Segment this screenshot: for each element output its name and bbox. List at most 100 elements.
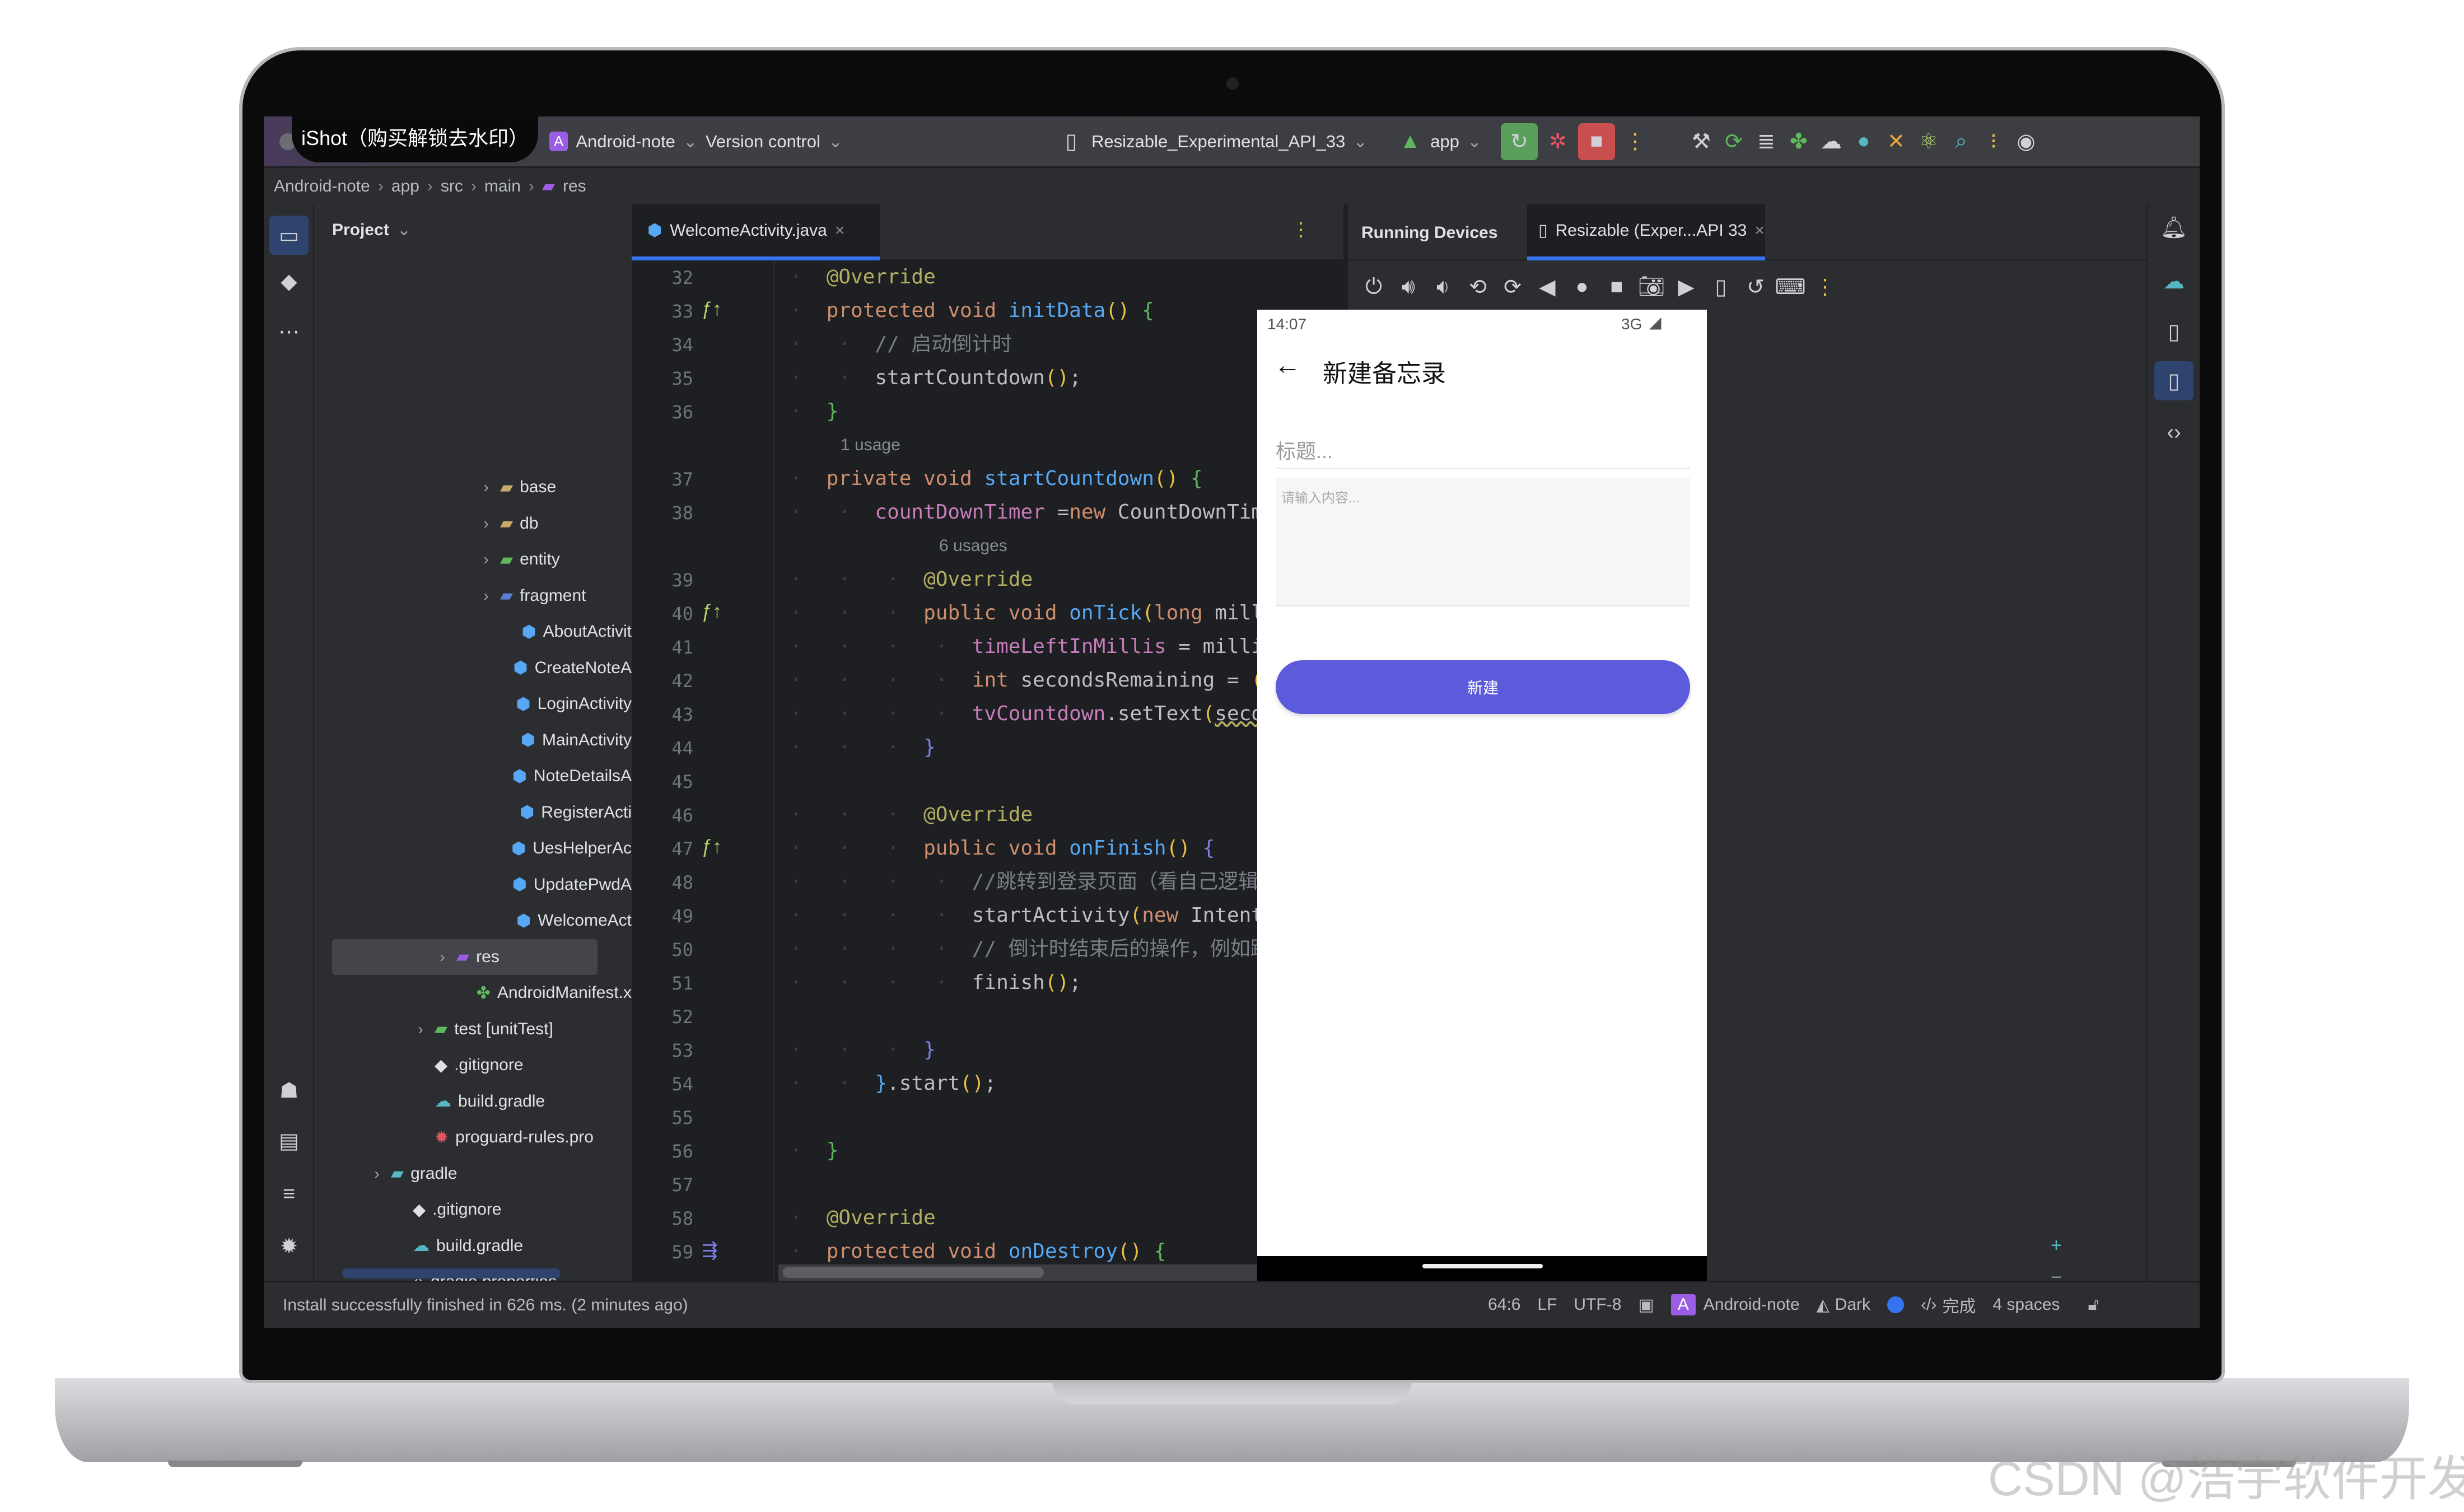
line-number[interactable]: 35 — [632, 368, 693, 389]
notifications-icon[interactable]: 🔔︎ — [2160, 216, 2187, 240]
react-icon[interactable]: ⚛ — [1916, 129, 1941, 154]
tips-icon[interactable]: ⁝ — [1981, 129, 2006, 154]
home-handle[interactable] — [1422, 1264, 1543, 1268]
chevron-right-icon[interactable]: › — [479, 478, 493, 496]
line-number[interactable]: 44 — [632, 738, 693, 759]
build-icon[interactable]: ≡ — [277, 1182, 301, 1206]
tree-item[interactable]: ☁ build.gradle — [314, 1084, 632, 1119]
line-number[interactable]: 36 — [632, 402, 693, 423]
fold-icon[interactable]: ▯ — [1709, 274, 1733, 299]
line-number[interactable]: 52 — [632, 1006, 693, 1028]
lock-icon[interactable]: 🔓︎ — [2088, 1295, 2098, 1314]
line-number[interactable]: 50 — [632, 939, 693, 960]
tools-icon[interactable]: ✕ — [1884, 129, 1908, 154]
chevron-right-icon[interactable]: › — [479, 587, 493, 605]
line-number[interactable]: 56 — [632, 1141, 693, 1162]
running-devices-icon[interactable]: ▯ — [2154, 361, 2194, 400]
tree-item[interactable]: › ▰ entity — [314, 542, 632, 577]
override-gutter-icon[interactable]: ƒ↑ — [702, 601, 722, 623]
emulator-screen[interactable]: 14:07 3G ◢ ← 新建备忘录 标题... 请输入内容... 新建 — [1257, 310, 1707, 1281]
override-gutter-icon[interactable]: ƒ↑ — [702, 836, 722, 858]
project-name[interactable]: Android-note — [1704, 1295, 1800, 1314]
line-number[interactable]: 37 — [632, 469, 693, 490]
tree-item[interactable]: ⬢ MainActivity — [314, 722, 632, 758]
title-input[interactable]: 标题... — [1276, 422, 1690, 469]
line-separator[interactable]: LF — [1537, 1295, 1557, 1314]
more-icon[interactable]: ⋮ — [1623, 129, 1648, 154]
line-number[interactable]: 34 — [632, 334, 693, 356]
camera-icon[interactable]: 📷︎ — [1638, 274, 1665, 299]
breadcrumb-item[interactable]: Android-note — [274, 177, 370, 196]
code-line[interactable]: · · · · finish(); — [778, 966, 1081, 1000]
line-number[interactable]: 46 — [632, 805, 693, 826]
code-line[interactable]: · · }.start(); — [778, 1067, 997, 1100]
project-name[interactable]: Android-note — [576, 132, 675, 152]
line-number[interactable]: 53 — [632, 1040, 693, 1061]
completion-status[interactable]: 完成 — [1942, 1292, 1976, 1317]
more-icon[interactable]: ⋮ — [1813, 274, 1837, 299]
problems-icon[interactable]: ✹ — [277, 1234, 301, 1258]
usage-hint[interactable]: 6 usages — [939, 529, 1007, 563]
code-line[interactable]: · · startCountdown(); — [778, 361, 1081, 395]
chevron-right-icon[interactable]: › — [413, 1020, 428, 1038]
status-dot[interactable] — [1887, 1296, 1904, 1313]
line-number[interactable]: 58 — [632, 1208, 693, 1229]
tree-item[interactable]: › ▰ base — [314, 469, 632, 505]
tree-item[interactable]: ⬢ LoginActivity — [314, 686, 632, 722]
profiler-icon[interactable]: ☁ — [1819, 129, 1844, 154]
line-number[interactable]: 55 — [632, 1107, 693, 1128]
breadcrumb-item[interactable]: src — [441, 177, 463, 196]
line-number[interactable]: 49 — [632, 906, 693, 927]
code-line[interactable]: · } — [778, 1134, 839, 1168]
line-number[interactable]: 41 — [632, 637, 693, 658]
debug-icon[interactable]: ✲ — [1546, 129, 1570, 154]
chevron-right-icon[interactable]: › — [435, 948, 450, 966]
zoom-in-icon[interactable]: + — [2051, 1235, 2067, 1257]
close-icon[interactable]: × — [835, 221, 845, 240]
content-input[interactable]: 请输入内容... — [1276, 478, 1690, 606]
device-manager-icon[interactable]: ▯ — [2162, 319, 2186, 344]
tree-item[interactable]: › ▰ res — [332, 939, 598, 975]
power-icon[interactable]: ⏻ — [1361, 274, 1386, 299]
file-encoding[interactable]: UTF-8 — [1574, 1295, 1621, 1314]
volume-up-icon[interactable]: 🔊︎ — [1396, 274, 1421, 299]
horizontal-scrollbar-thumb[interactable] — [783, 1267, 1044, 1278]
close-icon[interactable]: × — [1754, 221, 1765, 240]
line-number[interactable]: 54 — [632, 1074, 693, 1095]
line-number[interactable]: 57 — [632, 1174, 693, 1196]
stop-button[interactable]: ■ — [1578, 123, 1615, 160]
code-line[interactable]: · @Override — [778, 1201, 936, 1235]
indent-setting[interactable]: 4 spaces — [1992, 1295, 2060, 1314]
tree-item[interactable]: ⬢ UesHelperAc — [314, 830, 632, 866]
tree-item[interactable]: ⬢ NoteDetailsA — [314, 758, 632, 794]
app-inspection-icon[interactable]: ▤ — [277, 1128, 301, 1153]
line-number[interactable]: 47 — [632, 838, 693, 860]
code-line[interactable]: · · · } — [778, 1033, 936, 1067]
more-icon[interactable]: ⋮ — [1291, 218, 1310, 241]
override-gutter-icon[interactable]: ƒ↑ — [702, 298, 722, 320]
theme-name[interactable]: Dark — [1835, 1295, 1870, 1314]
tree-item[interactable]: › ▰ test [unitTest] — [314, 1011, 632, 1047]
line-number[interactable]: 48 — [632, 872, 693, 893]
tree-item[interactable]: ◆ .gitignore — [314, 1047, 632, 1083]
tree-item[interactable]: ⬢ RegisterActi — [314, 795, 632, 830]
record-icon[interactable]: ● — [1851, 129, 1876, 154]
project-view-icon[interactable]: ▭ — [269, 216, 309, 255]
tree-item[interactable]: ✤ AndroidManifest.x — [314, 975, 632, 1011]
breadcrumb-item[interactable]: main — [484, 177, 521, 196]
back-icon[interactable]: ◀ — [1535, 274, 1560, 299]
line-number[interactable]: 45 — [632, 771, 693, 792]
gradle-icon[interactable]: ☁ — [2162, 269, 2186, 293]
chevron-right-icon[interactable]: › — [370, 1165, 384, 1183]
account-icon[interactable]: ◉ — [2014, 129, 2038, 154]
structure-icon[interactable]: ≣ — [1754, 129, 1779, 154]
code-line[interactable]: · · · @Override — [778, 798, 1033, 832]
code-line[interactable]: · private void startCountdown() { — [778, 462, 1203, 496]
line-number[interactable]: 43 — [632, 704, 693, 725]
tree-item[interactable]: › ▰ fragment — [314, 578, 632, 614]
tree-item[interactable]: ⬢ AboutActivit — [314, 614, 632, 650]
rotate-right-icon[interactable]: ⟳ — [1500, 274, 1525, 299]
logcat-icon[interactable]: ☗ — [277, 1078, 301, 1103]
record-video-icon[interactable]: ▶ — [1674, 274, 1698, 299]
run-config-selector[interactable]: app — [1430, 132, 1459, 152]
